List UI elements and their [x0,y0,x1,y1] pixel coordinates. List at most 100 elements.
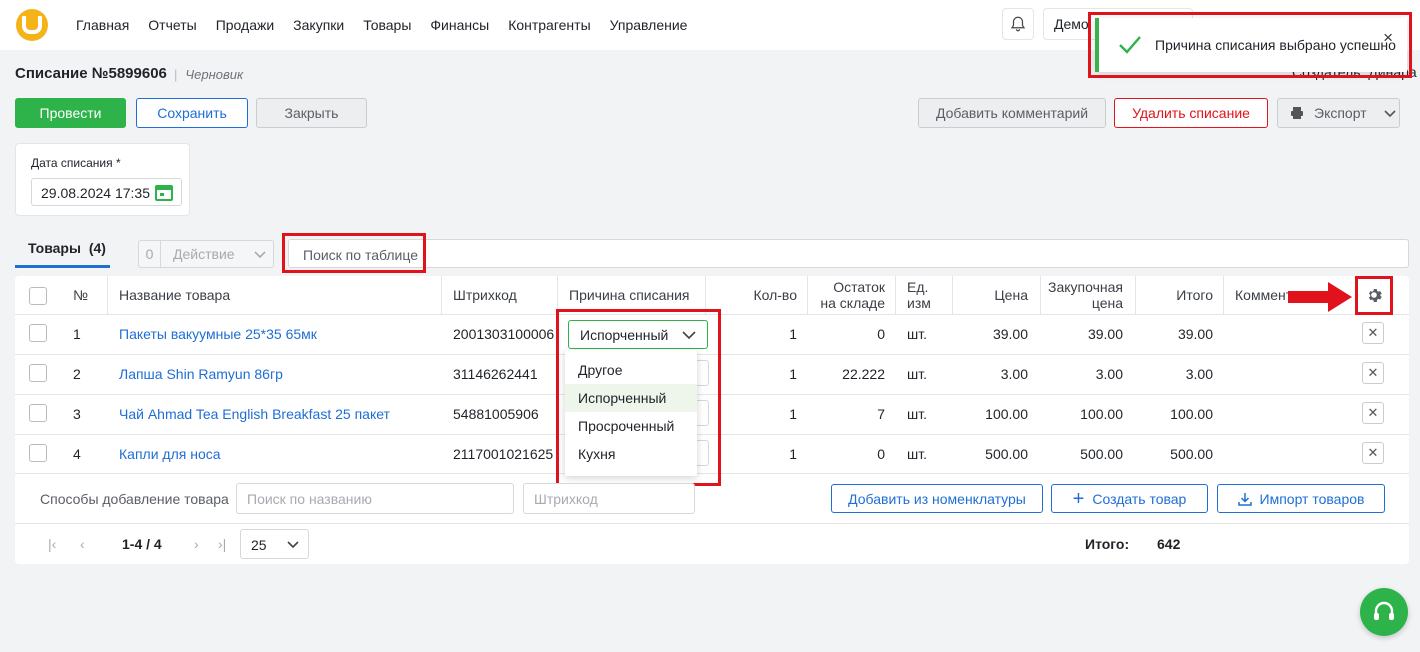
support-chat-button[interactable] [1360,588,1408,636]
delete-writeoff-button[interactable]: Удалить списание [1114,98,1268,128]
col-unit: Ед. изм [907,279,931,311]
next-page-icon[interactable]: › [194,536,199,552]
col-comment: Коммент [1235,287,1293,303]
nav-item-finance[interactable]: Финансы [430,17,489,33]
date-card: Дата списания * 29.08.2024 17:35 [15,143,190,216]
row-unit: шт. [907,326,927,342]
row-checkbox[interactable] [29,324,47,342]
nav-item-contractors[interactable]: Контрагенты [508,17,590,33]
row-qty[interactable]: 1 [715,326,797,342]
tab-label: Товары [28,240,81,256]
save-button[interactable]: Сохранить [136,98,248,128]
row-unit: шт. [907,366,927,382]
add-comment-button[interactable]: Добавить комментарий [918,98,1106,128]
barcode-input[interactable]: Штрихкод [523,483,695,514]
app-logo[interactable] [16,9,48,41]
page-size-select[interactable]: 25 [240,529,309,559]
row-purchase-price: 3.00 [1095,366,1123,382]
row-unit: шт. [907,406,927,422]
import-products-button[interactable]: Импорт товаров [1217,484,1385,513]
first-page-icon[interactable]: |‹ [48,536,56,552]
row-checkbox[interactable] [29,364,47,382]
bulk-action-select[interactable]: 0 Действие [138,240,274,268]
row-checkbox[interactable] [29,444,47,462]
nav-item-home[interactable]: Главная [76,17,129,33]
col-divider [807,276,808,314]
row-purchase-price: 39.00 [1087,326,1123,342]
product-name-link[interactable]: Капли для носа [119,446,221,462]
row-barcode: 54881005906 [453,406,539,422]
col-divider [1040,276,1041,314]
row-divider [15,523,1409,524]
row-total: 500.00 [1170,446,1213,462]
action-label: Действие [173,246,235,262]
row-price: 39.00 [992,326,1028,342]
nav-item-management[interactable]: Управление [610,17,688,33]
row-unit: шт. [907,446,927,462]
col-name: Название товара [119,287,231,303]
summary-value: 642 [1157,536,1181,552]
row-price: 500.00 [985,446,1028,462]
col-divider [107,276,108,314]
arrow-right-icon [1288,282,1352,312]
delete-row-button[interactable]: ✕ [1362,402,1384,424]
row-stock: 0 [877,446,885,462]
row-qty[interactable]: 1 [715,446,797,462]
col-divider [1223,276,1224,314]
row-qty[interactable]: 1 [715,366,797,382]
highlight-frame-toast [1088,12,1412,78]
row-price: 100.00 [985,406,1028,422]
headset-icon [1374,601,1394,620]
last-page-icon[interactable]: ›| [218,536,226,552]
notifications-button[interactable] [1002,8,1034,40]
row-stock: 7 [877,406,885,422]
export-button[interactable]: Экспорт [1277,98,1400,128]
date-input[interactable]: 29.08.2024 17:35 [31,178,182,206]
nav-item-products[interactable]: Товары [363,17,411,33]
add-from-catalog-button[interactable]: Добавить из номенклатуры [831,484,1043,513]
row-total: 39.00 [1177,326,1213,342]
table-search-input[interactable]: Поиск по таблице [288,239,1409,268]
row-stock: 22.222 [842,366,885,382]
delete-row-button[interactable]: ✕ [1362,322,1384,344]
prev-page-icon[interactable]: ‹ [80,536,85,552]
nav-item-purchases[interactable]: Закупки [293,17,344,33]
product-name-link[interactable]: Пакеты вакуумные 25*35 65мк [119,326,317,342]
page-title: Списание №5899606 [15,65,167,82]
delete-row-button[interactable]: ✕ [1362,362,1384,384]
import-label: Импорт товаров [1259,490,1365,507]
nav-item-reports[interactable]: Отчеты [148,17,196,33]
col-divider [895,276,896,314]
col-divider [1135,276,1136,314]
product-name-link[interactable]: Лапша Shin Ramyun 86гр [119,366,283,382]
status-label: Черновик [174,67,243,82]
search-by-name-input[interactable]: Поиск по названию [236,483,514,514]
row-checkbox[interactable] [29,404,47,422]
col-divider [952,276,953,314]
calendar-icon[interactable] [155,184,173,201]
col-qty: Кол-во [753,287,797,303]
close-button[interactable]: Закрыть [256,98,367,128]
printer-icon [1291,107,1303,119]
plus-icon: + [1072,487,1085,510]
delete-row-button[interactable]: ✕ [1362,442,1384,464]
row-qty[interactable]: 1 [715,406,797,422]
create-product-button[interactable]: + Создать товар [1051,484,1208,513]
row-stock: 0 [877,326,885,342]
product-name-link[interactable]: Чай Ahmad Tea English Breakfast 25 пакет [119,406,390,422]
select-all-checkbox[interactable] [29,287,47,305]
page-size-value: 25 [251,537,267,553]
row-num: 2 [73,366,81,382]
nav-item-sales[interactable]: Продажи [216,17,274,33]
submit-button[interactable]: Провести [15,98,126,128]
row-barcode: 31146262441 [453,366,538,382]
row-purchase-price: 100.00 [1080,406,1123,422]
selected-count: 0 [139,241,161,267]
export-label: Экспорт [1314,105,1367,121]
col-purchase-price: Закупочная цена [1048,279,1123,311]
tab-products[interactable]: Товары (4) [15,232,110,268]
tab-count: (4) [88,240,106,256]
row-barcode: 2001303100006 [453,326,555,342]
summary-label: Итого: [1085,536,1130,552]
col-price: Цена [994,287,1028,303]
